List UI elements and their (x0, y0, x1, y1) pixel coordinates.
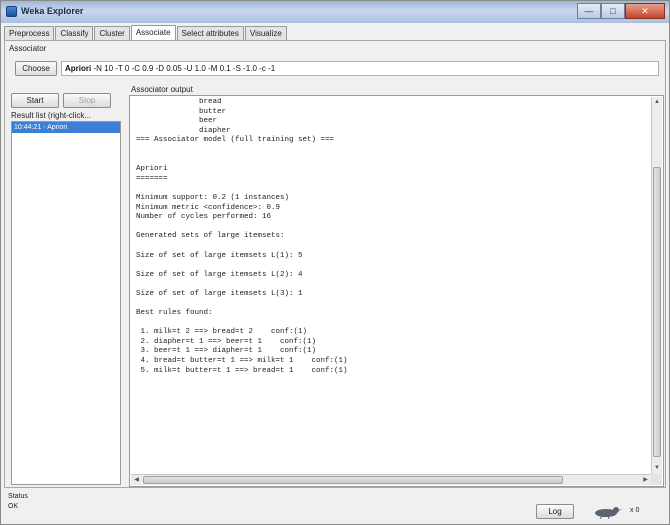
window-title: Weka Explorer (21, 6, 84, 16)
maximize-button[interactable]: □ (601, 3, 625, 19)
scheme-config-field[interactable]: Apriori -N 10 -T 0 -C 0.9 -D 0.05 -U 1.0… (61, 61, 659, 76)
scroll-down-arrow-icon[interactable]: ▼ (652, 463, 662, 474)
output-line: Size of set of large itemsets L(3): 1 (136, 289, 303, 298)
output-line: Apriori (136, 165, 168, 174)
scroll-right-arrow-icon[interactable]: ▶ (640, 475, 651, 485)
start-button[interactable]: Start (11, 93, 59, 108)
tab-associate[interactable]: Associate (130, 25, 176, 40)
vertical-scroll-thumb[interactable] (653, 167, 661, 457)
scroll-left-arrow-icon[interactable]: ◀ (131, 475, 142, 485)
scrollbar-corner (651, 474, 662, 485)
window-controls: — □ ✕ (577, 3, 665, 19)
tab-cluster[interactable]: Cluster (94, 26, 130, 40)
output-line: === Associator model (full training set)… (136, 136, 335, 145)
tab-preprocess[interactable]: Preprocess (4, 26, 55, 40)
output-line: butter (136, 107, 227, 116)
output-line: Size of set of large itemsets L(1): 5 (136, 251, 303, 260)
scroll-up-arrow-icon[interactable]: ▲ (652, 97, 662, 108)
output-line: 3. beer=t 1 ==> diapher=t 1 conf:(1) (136, 347, 317, 356)
status-text: OK (8, 503, 19, 510)
output-line: Minimum support: 0.2 (1 instances) (136, 193, 290, 202)
output-line: Minimum metric <confidence>: 0.9 (136, 203, 281, 212)
tab-select-attributes[interactable]: Select attributes (176, 26, 244, 40)
output-line: Number of cycles performed: 16 (136, 213, 272, 222)
choose-button[interactable]: Choose (15, 61, 57, 76)
weka-app-icon (6, 6, 17, 17)
result-list-label: Result list (right-click... (11, 111, 92, 120)
scheme-options: -N 10 -T 0 -C 0.9 -D 0.05 -U 1.0 -M 0.1 … (93, 64, 276, 73)
scheme-name: Apriori (65, 64, 92, 73)
associator-section-label: Associator (9, 44, 47, 53)
vertical-scrollbar[interactable]: ▲ ▼ (651, 97, 662, 474)
stop-button[interactable]: Stop (63, 93, 111, 108)
horizontal-scrollbar[interactable]: ◀ ▶ (131, 474, 651, 485)
output-line: beer (136, 117, 218, 126)
result-list[interactable]: 10:44:21 - Apriori (11, 121, 121, 485)
status-count-text: x 0 (630, 507, 640, 514)
associator-output-text[interactable]: bread butter beer diapher === Associator … (136, 98, 646, 470)
explorer-tabs: Preprocess Classify Cluster Associate Se… (4, 25, 288, 40)
output-line: 4. bread=t butter=t 1 ==> milk=t 1 conf:… (136, 357, 348, 366)
weka-bird-icon (595, 507, 623, 519)
output-line: Size of set of large itemsets L(2): 4 (136, 270, 303, 279)
status-label: Status (8, 493, 28, 500)
tab-classify[interactable]: Classify (55, 26, 94, 40)
output-line: 5. milk=t butter=t 1 ==> bread=t 1 conf:… (136, 366, 348, 375)
associator-output-label: Associator output (131, 85, 193, 94)
log-button[interactable]: Log (536, 504, 574, 519)
horizontal-scroll-thumb[interactable] (143, 476, 563, 484)
associator-chooser-row: Choose Apriori -N 10 -T 0 -C 0.9 -D 0.05… (9, 59, 661, 77)
weka-explorer-window: Weka Explorer — □ ✕ Preprocess Classify … (0, 0, 670, 525)
output-line: bread (136, 98, 222, 106)
output-line: diapher (136, 126, 231, 135)
status-bar: Status OK Log x 0 (4, 491, 666, 523)
output-line: Generated sets of large itemsets: (136, 232, 285, 241)
associator-output-panel[interactable]: bread butter beer diapher === Associator … (129, 95, 664, 487)
output-line: 2. diapher=t 1 ==> beer=t 1 conf:(1) (136, 337, 317, 346)
minimize-button[interactable]: — (577, 3, 601, 19)
title-bar: Weka Explorer — □ ✕ (1, 1, 669, 23)
output-line: 1. milk=t 2 ==> bread=t 2 conf:(1) (136, 328, 308, 337)
associate-panel: Associator Choose Apriori -N 10 -T 0 -C … (4, 40, 666, 488)
result-list-item[interactable]: 10:44:21 - Apriori (12, 122, 120, 133)
output-line: ======= (136, 174, 168, 183)
tab-visualize[interactable]: Visualize (244, 26, 287, 40)
close-button[interactable]: ✕ (625, 3, 665, 19)
output-line: Best rules found: (136, 309, 213, 318)
